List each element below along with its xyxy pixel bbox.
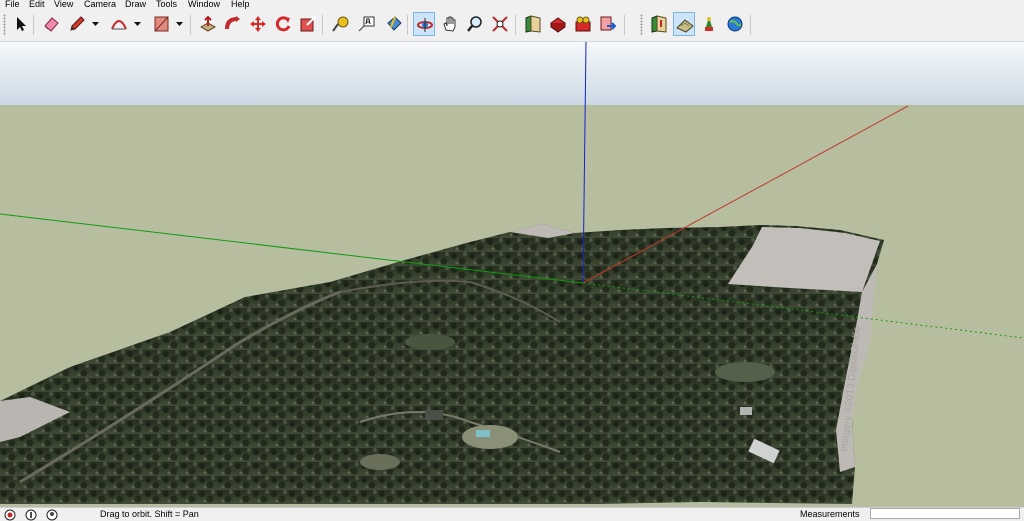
pan-tool[interactable] [439,12,461,36]
share-model-tool[interactable] [547,12,569,36]
sky [0,42,1024,105]
select-tool[interactable] [9,12,31,36]
pencil-tool[interactable] [66,12,88,36]
zoom-extents-tool[interactable] [489,12,511,36]
select-icon [17,17,26,31]
arc-icon [111,20,127,30]
eraser-icon [44,17,59,32]
toggle-terrain-icon [676,19,694,33]
credits-icon[interactable] [4,509,16,521]
main-toolbar [0,10,1024,42]
menu-tools[interactable]: Tools [156,0,177,10]
menu-edit[interactable]: Edit [29,0,45,10]
scale-icon [300,16,316,32]
terrain-clearing [360,454,400,470]
move-icon [250,16,266,32]
toolbar-separator [322,15,323,35]
measurements-label: Measurements [800,509,860,519]
orbit-icon [417,18,433,32]
share-model-icon [550,17,566,33]
photo-textures-icon [705,17,713,31]
terrain-clearing [405,334,455,350]
measurements-field[interactable] [870,508,1020,519]
terrain-building [740,407,752,415]
orbit-tool[interactable] [413,12,435,36]
eraser-tool[interactable] [40,12,62,36]
toolbar-separator [624,15,625,35]
zoom-extents-icon [492,16,508,32]
get-models-icon [575,16,591,32]
toolbar-separator [750,15,751,35]
toolbar-grip[interactable] [3,14,6,36]
chevron-down-icon [92,22,99,26]
paint-bucket-icon [387,16,402,31]
terrain-pool [476,430,490,437]
tape-measure-icon [332,16,349,32]
menu-camera[interactable]: Camera [84,0,116,10]
status-message: Drag to orbit. Shift = Pan [100,509,199,519]
preview-in-google-earth-icon [727,16,743,32]
chevron-down-icon [176,22,183,26]
tape-measure-tool[interactable] [330,12,352,36]
toolbar-grip[interactable] [640,14,643,36]
preview-in-google-earth-tool[interactable] [724,12,746,36]
send-to-layout-icon [600,16,617,31]
toolbar-separator [190,15,191,35]
status-bar: Drag to orbit. Shift = Pan Measurements [0,507,1024,521]
modeling-viewport[interactable]: Imagery ©2013 DigitalGlobe [0,41,1024,507]
rotate-tool[interactable] [272,12,294,36]
3d-warehouse-tool[interactable] [522,12,544,36]
pan-icon [443,16,456,32]
arc-dropdown[interactable] [133,12,142,36]
chevron-down-icon [134,22,141,26]
zoom-tool[interactable] [464,12,486,36]
scale-tool[interactable] [297,12,319,36]
rectangle-icon [154,16,169,32]
arc-tool[interactable] [108,12,130,36]
pencil-icon [70,16,85,31]
text-icon [358,16,375,32]
menu-bar: File Edit View Camera Draw Tools Window … [0,0,1024,10]
add-location-tool[interactable] [648,12,670,36]
send-to-layout-tool[interactable] [597,12,619,36]
toolbar-separator [407,15,408,35]
toolbar-separator [33,15,34,35]
3d-warehouse-icon [525,15,541,33]
menu-draw[interactable]: Draw [125,0,146,10]
paint-bucket-tool[interactable] [383,12,405,36]
toggle-terrain-tool[interactable] [673,12,695,36]
rectangle-tool[interactable] [150,12,172,36]
menu-help[interactable]: Help [231,0,250,10]
get-models-tool[interactable] [572,12,594,36]
move-tool[interactable] [247,12,269,36]
info-icon[interactable] [25,509,37,521]
user-icon[interactable] [46,509,58,521]
pencil-dropdown[interactable] [91,12,100,36]
follow-me-icon [225,16,240,30]
menu-view[interactable]: View [54,0,73,10]
menu-file[interactable]: File [5,0,20,10]
push-pull-icon [199,15,217,32]
rectangle-dropdown[interactable] [175,12,184,36]
zoom-icon [467,16,482,32]
scene-canvas[interactable]: Imagery ©2013 DigitalGlobe [0,41,1024,507]
push-pull-tool[interactable] [197,12,219,36]
photo-textures-tool[interactable] [698,12,720,36]
terrain-clearing [715,362,775,382]
add-location-icon [651,15,667,33]
menu-window[interactable]: Window [188,0,220,10]
toolbar-separator [515,15,516,35]
rotate-icon [275,16,291,32]
follow-me-tool[interactable] [222,12,244,36]
terrain-building [425,410,443,420]
text-tool[interactable] [355,12,377,36]
